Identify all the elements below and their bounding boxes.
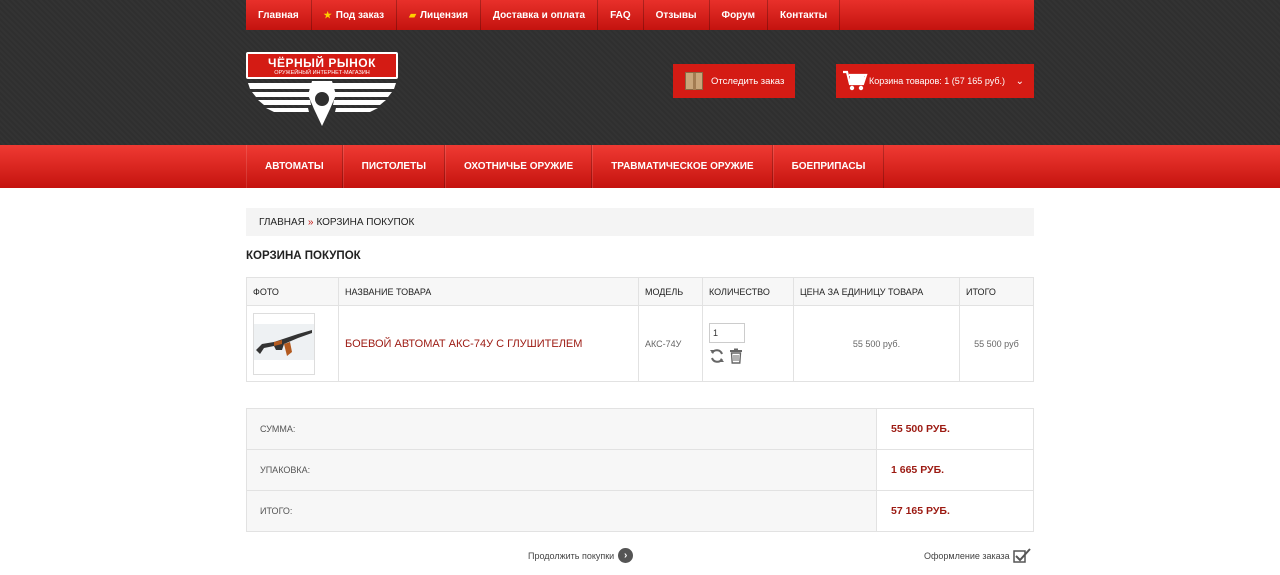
topnav-contacts[interactable]: Контакты [768, 0, 841, 30]
breadcrumb-separator: » [307, 216, 314, 228]
category-ammo[interactable]: БОЕПРИПАСЫ [772, 145, 885, 188]
cart-summary-label: Корзина товаров: 1 (57 165 руб.) [869, 76, 1005, 86]
cell-total: 55 500 руб [959, 305, 1034, 382]
breadcrumb: ГЛАВНАЯ » КОРЗИНА ПОКУПОК [246, 208, 1034, 236]
col-model: МОДЕЛЬ [638, 277, 703, 306]
quantity-input[interactable] [709, 323, 745, 343]
table-row: БОЕВОЙ АВТОМАТ АКС-74У С ГЛУШИТЕЛЕМ АКС-… [246, 305, 1034, 382]
checkout-label: Оформление заказа [924, 550, 1010, 561]
pistol-icon: ▰ [409, 9, 417, 20]
col-name: НАЗВАНИЕ ТОВАРА [338, 277, 639, 306]
category-hunting[interactable]: ОХОТНИЧЬЕ ОРУЖИЕ [444, 145, 593, 188]
topnav-delivery[interactable]: Доставка и оплата [481, 0, 599, 30]
cell-model: АКС-74У [638, 305, 703, 382]
topnav-reviews[interactable]: Отзывы [644, 0, 710, 30]
track-order-button[interactable]: Отследить заказ [673, 64, 795, 98]
package-icon [685, 72, 703, 90]
checkout-button[interactable]: Оформление заказа [924, 548, 1031, 563]
topnav-forum[interactable]: Форум [710, 0, 768, 30]
continue-shopping-label: Продолжить покупки [528, 550, 615, 561]
col-total: ИТОГО [959, 277, 1034, 306]
product-thumbnail[interactable] [253, 312, 315, 375]
topnav-faq[interactable]: FAQ [598, 0, 644, 30]
chevron-down-icon: ⌄ [1015, 75, 1024, 87]
continue-shopping-button[interactable]: Продолжить покупки › [528, 548, 634, 563]
category-pistols[interactable]: ПИСТОЛЕТЫ [342, 145, 445, 188]
col-photo: ФОТО [246, 277, 339, 306]
cell-quantity [702, 305, 794, 382]
topnav-license[interactable]: ▰ Лицензия [397, 0, 481, 30]
cart-button[interactable]: Корзина товаров: 1 (57 165 руб.) ⌄ [836, 64, 1034, 98]
grand-total-label: ИТОГО: [246, 490, 877, 532]
breadcrumb-current[interactable]: КОРЗИНА ПОКУПОК [316, 217, 414, 228]
totals-row-packaging: УПАКОВКА: 1 665 РУБ. [246, 449, 1034, 491]
topnav-delivery-label: Доставка и оплата [492, 9, 586, 21]
packaging-value: 1 665 РУБ. [876, 449, 1034, 491]
col-quantity: КОЛИЧЕСТВО [702, 277, 794, 306]
category-traumatic[interactable]: ТРАВМАТИЧЕСКОЕ ОРУЖИЕ [592, 145, 773, 188]
subtotal-value: 55 500 РУБ. [876, 408, 1034, 450]
topnav-preorder[interactable]: ★ Под заказ [312, 0, 398, 30]
packaging-label: УПАКОВКА: [246, 449, 877, 491]
category-nav: АВТОМАТЫ ПИСТОЛЕТЫ ОХОТНИЧЬЕ ОРУЖИЕ ТРАВ… [0, 145, 1280, 188]
cell-photo [246, 305, 339, 382]
product-name-link[interactable]: БОЕВОЙ АВТОМАТ АКС-74У С ГЛУШИТЕЛЕМ [345, 338, 582, 350]
top-nav: Главная ★ Под заказ ▰ Лицензия Доставка и … [246, 0, 1034, 30]
col-unit-price: ЦЕНА ЗА ЕДИНИЦУ ТОВАРА [793, 277, 960, 306]
logo-title: ЧЁРНЫЙ РЫНОК [268, 56, 376, 70]
cell-name: БОЕВОЙ АВТОМАТ АКС-74У С ГЛУШИТЕЛЕМ [338, 305, 639, 382]
arrow-right-circle-icon: › [618, 548, 634, 563]
topnav-home-label: Главная [258, 9, 299, 21]
site-logo[interactable]: ЧЁРНЫЙ РЫНОК ОРУЖЕЙНЫЙ ИНТЕРНЕТ-МАГАЗИН [246, 52, 398, 128]
track-order-label: Отследить заказ [711, 75, 785, 87]
page-title: КОРЗИНА ПОКУПОК [246, 250, 361, 262]
topnav-forum-label: Форум [721, 9, 755, 21]
trash-icon[interactable] [729, 348, 743, 364]
totals-row-subtotal: СУММА: 55 500 РУБ. [246, 408, 1034, 450]
grand-total-value: 57 165 РУБ. [876, 490, 1034, 532]
logo-plate: ЧЁРНЫЙ РЫНОК ОРУЖЕЙНЫЙ ИНТЕРНЕТ-МАГАЗИН [246, 52, 398, 79]
logo-subtitle: ОРУЖЕЙНЫЙ ИНТЕРНЕТ-МАГАЗИН [274, 70, 370, 76]
shopping-cart-icon [843, 70, 868, 91]
cart-table: ФОТО НАЗВАНИЕ ТОВАРА МОДЕЛЬ КОЛИЧЕСТВО Ц… [246, 277, 1034, 382]
subtotal-label: СУММА: [246, 408, 877, 450]
totals-row-total: ИТОГО: 57 165 РУБ. [246, 490, 1034, 532]
topnav-faq-label: FAQ [610, 9, 631, 21]
cell-unit-price: 55 500 руб. [793, 305, 960, 382]
cart-header-row: ФОТО НАЗВАНИЕ ТОВАРА МОДЕЛЬ КОЛИЧЕСТВО Ц… [246, 277, 1034, 306]
topnav-preorder-label: Под заказ [335, 9, 385, 21]
topnav-contacts-label: Контакты [779, 9, 828, 21]
checkbox-checked-icon [1012, 548, 1031, 563]
breadcrumb-home[interactable]: ГЛАВНАЯ [259, 217, 305, 228]
star-icon: ★ [323, 9, 332, 20]
topnav-home[interactable]: Главная [246, 0, 312, 30]
eagle-emblem-icon [248, 81, 396, 126]
category-rifles[interactable]: АВТОМАТЫ [246, 145, 343, 188]
topnav-reviews-label: Отзывы [655, 9, 697, 21]
rifle-image [254, 323, 314, 360]
refresh-icon[interactable] [709, 348, 725, 364]
totals-table: СУММА: 55 500 РУБ. УПАКОВКА: 1 665 РУБ. … [246, 408, 1034, 532]
topnav-license-label: Лицензия [420, 9, 468, 21]
